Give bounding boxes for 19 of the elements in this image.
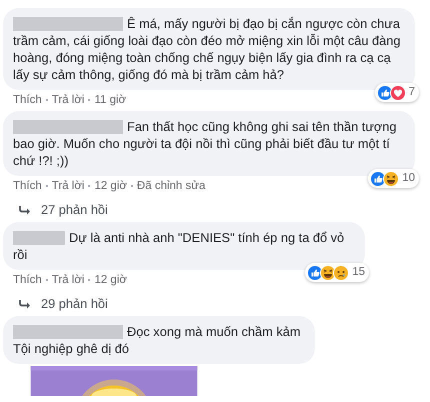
reply-arrow-icon [19,204,31,214]
view-replies-link[interactable]: 27 phản hồi [41,202,108,217]
reply-link[interactable]: Trả lời [52,274,84,286]
like-link[interactable]: Thích [13,94,42,106]
reply-link[interactable]: Trả lời [52,94,84,106]
like-link[interactable]: Thích [13,274,42,286]
timestamp[interactable]: 11 giờ [94,94,126,106]
like-link[interactable]: Thích [13,180,42,192]
reply-link[interactable]: Trả lời [52,180,84,192]
timestamp[interactable]: 12 giờ [94,274,127,286]
timestamp[interactable]: 12 giờ [94,180,127,192]
reaction-summary[interactable]: 10 [368,169,419,188]
view-replies-link[interactable]: 29 phản hồi [41,296,108,311]
reaction-summary[interactable]: 7 [374,83,419,102]
reaction-summary[interactable]: 15 [305,263,369,282]
reply-arrow-icon [19,298,31,308]
laughing-face-icon [383,170,400,186]
edited-label: Đã chỉnh sửa [136,180,206,192]
sad-face-icon [333,264,350,280]
